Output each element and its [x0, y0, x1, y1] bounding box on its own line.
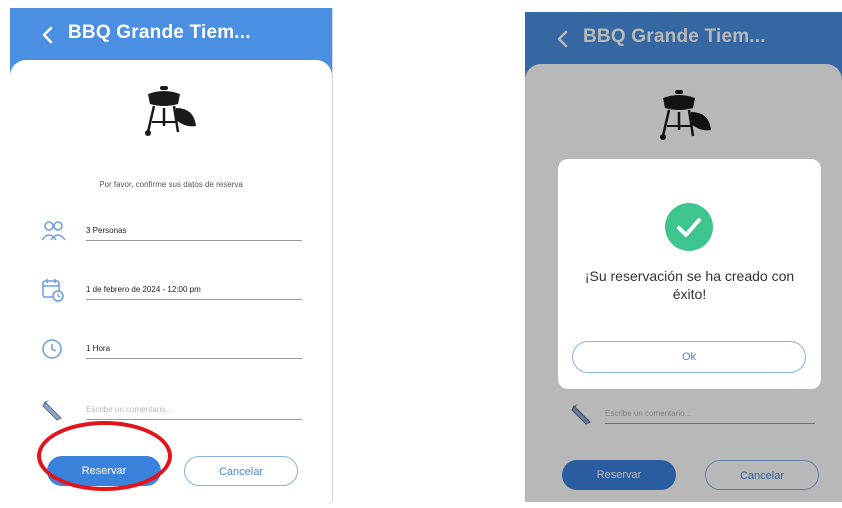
- field-underline: [86, 419, 302, 420]
- people-icon: [41, 221, 66, 241]
- page-title: BBQ Grande Tiem...: [68, 22, 251, 43]
- comment-input[interactable]: Escribe un comentario...: [86, 405, 172, 414]
- field-underline: [86, 299, 302, 300]
- duration-field[interactable]: 1 Hora: [40, 336, 302, 366]
- cancel-button[interactable]: Cancelar: [184, 456, 298, 486]
- guests-value: 3 Personas: [86, 226, 127, 235]
- confirm-prompt: Por favor, confirme sus datos de reserva: [99, 180, 243, 189]
- chevron-left-icon[interactable]: [38, 24, 58, 46]
- booking-confirm-screen: BBQ Grande Tiem... Por favor, confirme s…: [10, 8, 333, 502]
- field-underline: [86, 240, 302, 241]
- clock-icon: [42, 339, 62, 359]
- success-message: ¡Su reservación se ha creado con éxito!: [584, 268, 795, 302]
- pencil-icon: [42, 400, 62, 421]
- app-header: BBQ Grande Tiem...: [10, 8, 332, 60]
- ok-button[interactable]: Ok: [572, 341, 806, 373]
- calendar-clock-icon: [42, 279, 64, 302]
- highlight-annotation: [37, 421, 172, 491]
- success-dialog: ¡Su reservación se ha creado con éxito! …: [558, 159, 821, 389]
- guests-field[interactable]: 3 Personas: [40, 218, 302, 248]
- field-underline: [86, 358, 302, 359]
- datetime-field[interactable]: 1 de febrero de 2024 - 12:00 pm: [40, 277, 302, 307]
- check-circle-icon: [665, 203, 713, 251]
- bbq-grill-icon: [145, 86, 196, 136]
- duration-value: 1 Hora: [86, 344, 111, 353]
- booking-success-screen: BBQ Grande Tiem... Escribe un comentario…: [525, 12, 842, 502]
- datetime-value: 1 de febrero de 2024 - 12:00 pm: [86, 285, 201, 294]
